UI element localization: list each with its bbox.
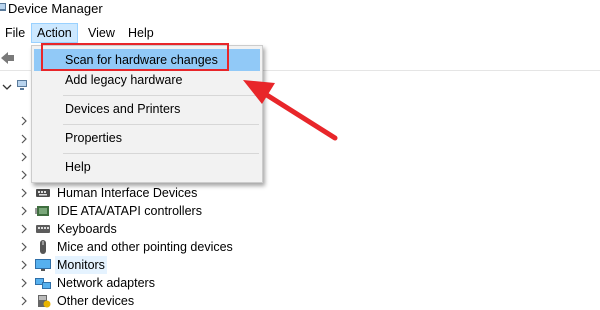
hid-icon [36,189,50,197]
chevron-right-icon[interactable] [18,220,30,238]
tree-node-label: Mice and other pointing devices [57,240,233,254]
chevron-right-icon[interactable] [18,256,30,274]
back-arrow-icon[interactable] [0,50,16,66]
menu-file[interactable]: File [0,24,30,42]
menu-separator [63,124,259,125]
menu-item-properties[interactable]: Properties [34,127,260,149]
menu-action[interactable]: Action [31,23,78,43]
menu-item-devices-and-printers[interactable]: Devices and Printers [34,98,260,120]
tree-node-label: Network adapters [57,276,155,290]
tree-node-label: Human Interface Devices [57,186,198,200]
title-bar: Device Manager [0,0,600,20]
chevron-right-icon[interactable] [20,134,28,144]
chevron-right-icon[interactable] [20,170,28,180]
other-devices-icon [38,295,51,308]
chevron-right-icon[interactable] [18,238,30,256]
network-adapter-icon [35,278,51,289]
menu-help[interactable]: Help [123,24,159,42]
chevron-down-icon[interactable] [2,82,12,92]
chevron-right-icon[interactable] [18,274,30,292]
chevron-right-icon[interactable] [18,202,30,220]
chevron-right-icon[interactable] [20,116,28,126]
chevron-right-icon[interactable] [18,292,30,310]
highlight-box [41,43,229,71]
menu-separator [63,153,259,154]
mouse-icon [40,240,46,254]
tree-node-label: Other devices [57,294,135,308]
device-manager-icon [0,3,6,11]
tree-node-label: IDE ATA/ATAPI controllers [57,204,202,218]
menu-view[interactable]: View [83,24,120,42]
tree-node-label: Monitors [55,256,107,274]
menu-item-add-legacy-hardware[interactable]: Add legacy hardware [34,69,260,91]
menu-item-help[interactable]: Help [34,156,260,178]
menu-separator [63,95,259,96]
monitor-icon [35,259,51,271]
ide-controller-icon [35,206,49,216]
window-title: Device Manager [8,1,103,16]
chevron-right-icon[interactable] [18,184,30,202]
chevron-right-icon[interactable] [20,152,28,162]
computer-icon [17,80,27,90]
tree-node-label: Keyboards [57,222,117,236]
keyboard-icon [36,225,50,233]
menu-bar: File Action View Help [0,22,600,44]
